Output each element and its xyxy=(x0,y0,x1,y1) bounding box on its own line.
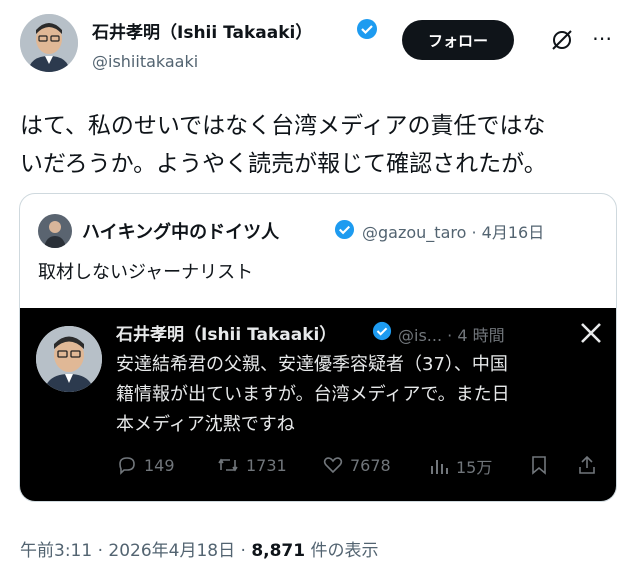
embedded-author-avatar xyxy=(36,326,102,392)
embedded-views-count: 15万 xyxy=(456,458,493,477)
author-name[interactable]: 石井孝明（Ishii Takaaki） xyxy=(92,18,312,43)
verified-badge-icon xyxy=(356,18,378,44)
reply-icon xyxy=(119,457,135,475)
embedded-meta: @is... · 4 時間 xyxy=(398,322,505,346)
embedded-retweet: 1731 xyxy=(216,454,287,476)
quote-handle[interactable]: @gazou_taro xyxy=(362,223,466,242)
x-logo-icon xyxy=(580,322,602,348)
quote-verified-badge-icon xyxy=(334,219,355,244)
embedded-retweet-count: 1731 xyxy=(246,455,287,475)
embedded-author-name: 石井孝明（Ishii Takaaki） xyxy=(116,325,337,345)
quoted-tweet[interactable]: ハイキング中のドイツ人 @gazou_taro · 4月16日 取材しないジャー… xyxy=(19,193,617,502)
tweet-view-count: 8,871 xyxy=(251,541,306,561)
embedded-text-line2: 籍情報が出ていますが。台湾メディアで。また日 xyxy=(116,384,510,405)
analytics-icon xyxy=(431,460,448,474)
retweet-icon xyxy=(218,458,238,472)
embedded-handle: @is... xyxy=(398,326,443,345)
share-icon xyxy=(576,454,598,480)
embedded-text-line1: 安達結希君の父親、安達優季容疑者（37）、中国 xyxy=(116,354,508,375)
embedded-text-line3: 本メディア沈黙ですね xyxy=(116,414,295,435)
embedded-like-count: 7678 xyxy=(350,455,391,475)
quote-separator: · xyxy=(471,223,477,242)
embedded-reply-count: 149 xyxy=(144,455,175,475)
quote-date[interactable]: 4月16日 xyxy=(482,223,545,242)
embedded-verified-badge-icon xyxy=(372,321,392,345)
follow-button[interactable]: フォロー xyxy=(402,20,514,60)
quote-author-name[interactable]: ハイキング中のドイツ人 xyxy=(82,218,279,244)
tweet-timestamp[interactable]: 午前3:11 · 2026年4月18日 · xyxy=(20,541,251,561)
quote-text: 取材しないジャーナリスト xyxy=(38,262,254,283)
tweet-text-line1: はて、私のせいではなく台湾メディアの責任ではな xyxy=(20,113,546,139)
bookmark-icon xyxy=(528,454,550,480)
embedded-like: 7678 xyxy=(322,454,391,476)
embedded-screenshot: 石井孝明（Ishii Takaaki） @is... · 4 時間 安達結希君の… xyxy=(20,308,616,501)
embedded-time: 4 時間 xyxy=(457,326,505,345)
author-handle[interactable]: @ishiitakaaki xyxy=(92,52,198,71)
tweet-text-line2: いだろうか。ようやく読売が報じて確認されたが。 xyxy=(20,151,547,177)
embedded-views: 15万 xyxy=(428,454,492,478)
grok-icon[interactable] xyxy=(550,28,574,56)
heart-icon xyxy=(323,457,343,474)
quote-author-avatar[interactable] xyxy=(38,214,72,248)
quote-meta: @gazou_taro · 4月16日 xyxy=(362,219,544,243)
embedded-separator: · xyxy=(447,326,453,345)
author-avatar[interactable] xyxy=(20,14,78,72)
tweet-footer: 午前3:11 · 2026年4月18日 · 8,871 件の表示 xyxy=(20,536,379,561)
more-icon[interactable]: ⋯ xyxy=(592,26,613,50)
tweet-view-label: 件の表示 xyxy=(305,541,379,561)
embedded-reply: 149 xyxy=(116,454,175,476)
